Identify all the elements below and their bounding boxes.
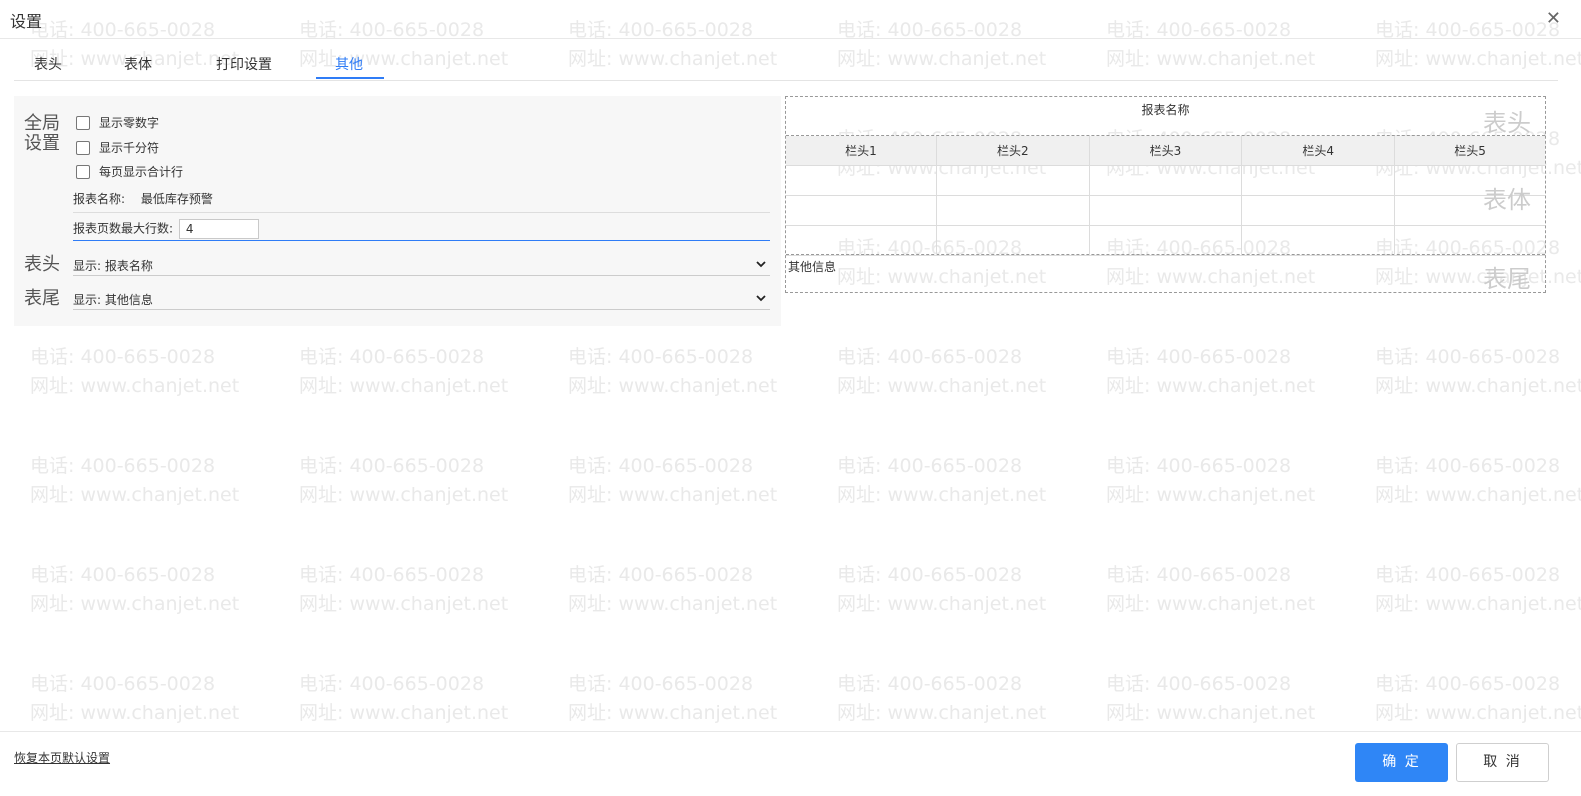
preview-row bbox=[786, 225, 1545, 256]
header-display-value: 显示: 报表名称 bbox=[73, 259, 153, 273]
max-rows-row: 报表页数最大行数: 4 bbox=[73, 219, 770, 241]
dialog-title-bar: 设置 ✕ bbox=[0, 0, 1581, 39]
checkbox-show-zero[interactable]: 显示零数字 bbox=[76, 114, 159, 131]
confirm-button[interactable]: 确 定 bbox=[1355, 743, 1448, 782]
checkbox-label: 显示零数字 bbox=[99, 116, 160, 130]
footer-section-label: 表尾 bbox=[24, 288, 60, 309]
footer-display-select[interactable]: 显示: 其他信息 bbox=[73, 287, 770, 310]
checkbox-label: 显示千分符 bbox=[99, 141, 160, 155]
tab-body[interactable]: 表体 bbox=[124, 54, 152, 74]
preview-report-name: 报表名称 bbox=[1141, 103, 1190, 117]
header-section-label: 表头 bbox=[24, 254, 60, 275]
tab-print-settings[interactable]: 打印设置 bbox=[216, 54, 272, 74]
preview-area-body: 表体 bbox=[1483, 186, 1531, 214]
preview-footer-text: 其他信息 bbox=[788, 260, 837, 274]
restore-defaults-link[interactable]: 恢复本页默认设置 bbox=[14, 749, 110, 766]
layout-preview: 报表名称 表头 栏头1 栏头2 栏头3 栏头4 栏头5 表体 其他信息 表尾 bbox=[785, 96, 1546, 293]
max-rows-input[interactable]: 4 bbox=[178, 219, 259, 239]
preview-body-box: 栏头1 栏头2 栏头3 栏头4 栏头5 表体 bbox=[786, 135, 1545, 256]
checkbox-box[interactable] bbox=[76, 164, 90, 179]
preview-row bbox=[786, 195, 1545, 226]
checkbox-show-thousands[interactable]: 显示千分符 bbox=[76, 139, 159, 156]
report-name-label: 报表名称: bbox=[73, 192, 126, 206]
close-icon[interactable]: ✕ bbox=[1546, 8, 1561, 29]
report-name-row: 报表名称: 最低库存预警 bbox=[73, 190, 770, 213]
checkbox-box[interactable] bbox=[76, 140, 90, 155]
global-settings-label: 全局 设置 bbox=[24, 113, 60, 154]
preview-area-footer: 表尾 bbox=[1483, 265, 1531, 293]
preview-table: 栏头1 栏头2 栏头3 栏头4 栏头5 bbox=[786, 136, 1545, 256]
active-tab-indicator bbox=[316, 77, 384, 79]
report-name-value: 最低库存预警 bbox=[140, 192, 213, 206]
preview-column-header: 栏头1 bbox=[786, 136, 937, 166]
dialog-title: 设置 bbox=[10, 12, 43, 31]
tab-other[interactable]: 其他 bbox=[335, 54, 363, 74]
preview-column-header: 栏头2 bbox=[935, 136, 1090, 166]
checkbox-page-total[interactable]: 每页显示合计行 bbox=[76, 163, 183, 180]
header-display-select[interactable]: 显示: 报表名称 bbox=[73, 253, 770, 276]
max-rows-label: 报表页数最大行数: bbox=[73, 221, 174, 236]
dialog-footer: 恢复本页默认设置 确 定 取 消 bbox=[0, 731, 1581, 796]
preview-column-header: 栏头3 bbox=[1088, 136, 1243, 166]
footer-display-value: 显示: 其他信息 bbox=[73, 293, 153, 307]
tab-header[interactable]: 表头 bbox=[34, 54, 62, 74]
preview-row bbox=[786, 165, 1545, 196]
checkbox-label: 每页显示合计行 bbox=[99, 165, 184, 179]
cancel-button[interactable]: 取 消 bbox=[1456, 743, 1549, 782]
preview-area-header: 表头 bbox=[1483, 109, 1531, 137]
chevron-down-icon bbox=[756, 261, 766, 268]
preview-column-header: 栏头4 bbox=[1241, 136, 1396, 166]
settings-panel: 全局 设置 显示零数字 显示千分符 每页显示合计行 报表名称: 最低库存预警 报… bbox=[14, 96, 781, 326]
tab-bar: 表头 表体 打印设置 其他 bbox=[14, 40, 1558, 81]
chevron-down-icon bbox=[756, 295, 766, 302]
preview-column-header: 栏头5 bbox=[1394, 136, 1545, 166]
checkbox-box[interactable] bbox=[76, 115, 90, 130]
